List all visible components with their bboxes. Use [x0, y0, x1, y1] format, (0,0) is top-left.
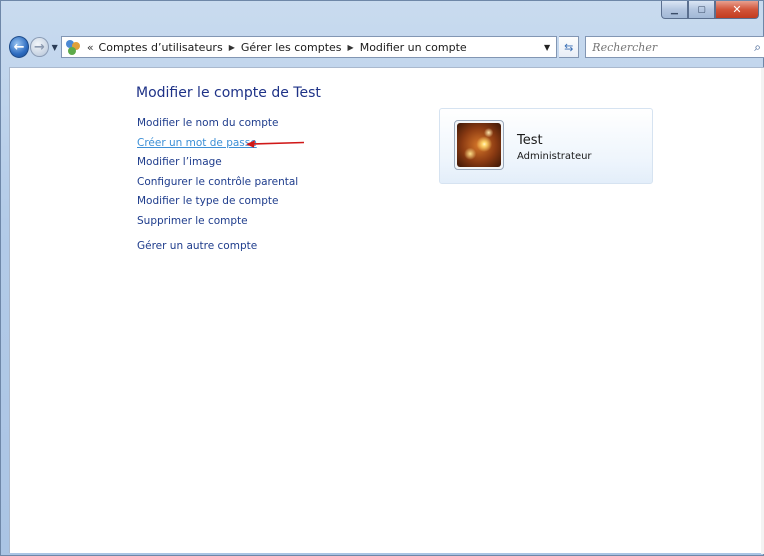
navigation-bar: ← → ▼ « Comptes d’utilisateurs ▶ Gérer l… — [9, 33, 764, 61]
task-link-manage-another-account[interactable]: Gérer un autre compte — [137, 237, 298, 257]
task-link-change-account-type[interactable]: Modifier le type de compte — [137, 192, 298, 212]
address-bar[interactable]: « Comptes d’utilisateurs ▶ Gérer les com… — [60, 36, 558, 58]
window-controls: ▁ ▢ ✕ — [661, 1, 759, 21]
account-card: Test Administrateur — [439, 108, 653, 184]
back-button[interactable]: ← — [9, 36, 30, 58]
maximize-icon: ▢ — [697, 4, 706, 15]
search-input[interactable] — [592, 40, 753, 54]
task-list: Modifier le nom du compte Créer un mot d… — [137, 114, 298, 257]
account-role: Administrateur — [517, 151, 592, 162]
content-area: Modifier le compte de Test Modifier le n… — [9, 67, 764, 554]
minimize-button[interactable]: ▁ — [661, 1, 688, 19]
window-frame: ▁ ▢ ✕ ← → ▼ « Comptes d’utilisateurs ▶ G… — [0, 0, 764, 556]
refresh-icon: ⇆ — [564, 40, 574, 54]
task-link-change-picture[interactable]: Modifier l’image — [137, 153, 298, 173]
forward-button[interactable]: → — [30, 37, 49, 57]
avatar[interactable] — [454, 120, 504, 170]
close-icon: ✕ — [732, 3, 742, 16]
breadcrumb-item-user-accounts[interactable]: Comptes d’utilisateurs — [99, 41, 223, 54]
task-link-delete-account[interactable]: Supprimer le compte — [137, 212, 298, 232]
close-button[interactable]: ✕ — [715, 1, 759, 19]
task-link-rename-account[interactable]: Modifier le nom du compte — [137, 114, 298, 134]
recent-pages-dropdown[interactable]: ▼ — [52, 43, 58, 52]
account-name: Test — [517, 133, 543, 148]
maximize-button[interactable]: ▢ — [688, 1, 715, 19]
minimize-icon: ▁ — [671, 4, 678, 15]
chevron-down-icon: ▼ — [544, 42, 551, 52]
refresh-button[interactable]: ⇆ — [559, 36, 580, 58]
breadcrumb-item-modify-account[interactable]: Modifier un compte — [360, 41, 467, 54]
forward-arrow-icon: → — [33, 39, 45, 55]
task-link-parental-controls[interactable]: Configurer le contrôle parental — [137, 173, 298, 193]
search-icon[interactable]: ⌕ — [754, 40, 761, 55]
avatar-picture — [457, 123, 501, 167]
search-box[interactable]: ⌕ — [585, 36, 764, 58]
address-dropdown-button[interactable]: ▼ — [538, 37, 556, 57]
back-arrow-icon: ← — [13, 39, 25, 55]
user-accounts-icon — [65, 39, 83, 55]
breadcrumb-chevron-icon[interactable]: ▶ — [348, 43, 354, 52]
breadcrumb-item-manage-accounts[interactable]: Gérer les comptes — [241, 41, 342, 54]
page-title: Modifier le compte de Test — [136, 85, 321, 101]
breadcrumb-chevron-icon[interactable]: ▶ — [229, 43, 235, 52]
annotation-arrow-icon — [246, 140, 305, 148]
breadcrumb-overflow[interactable]: « — [87, 41, 94, 54]
